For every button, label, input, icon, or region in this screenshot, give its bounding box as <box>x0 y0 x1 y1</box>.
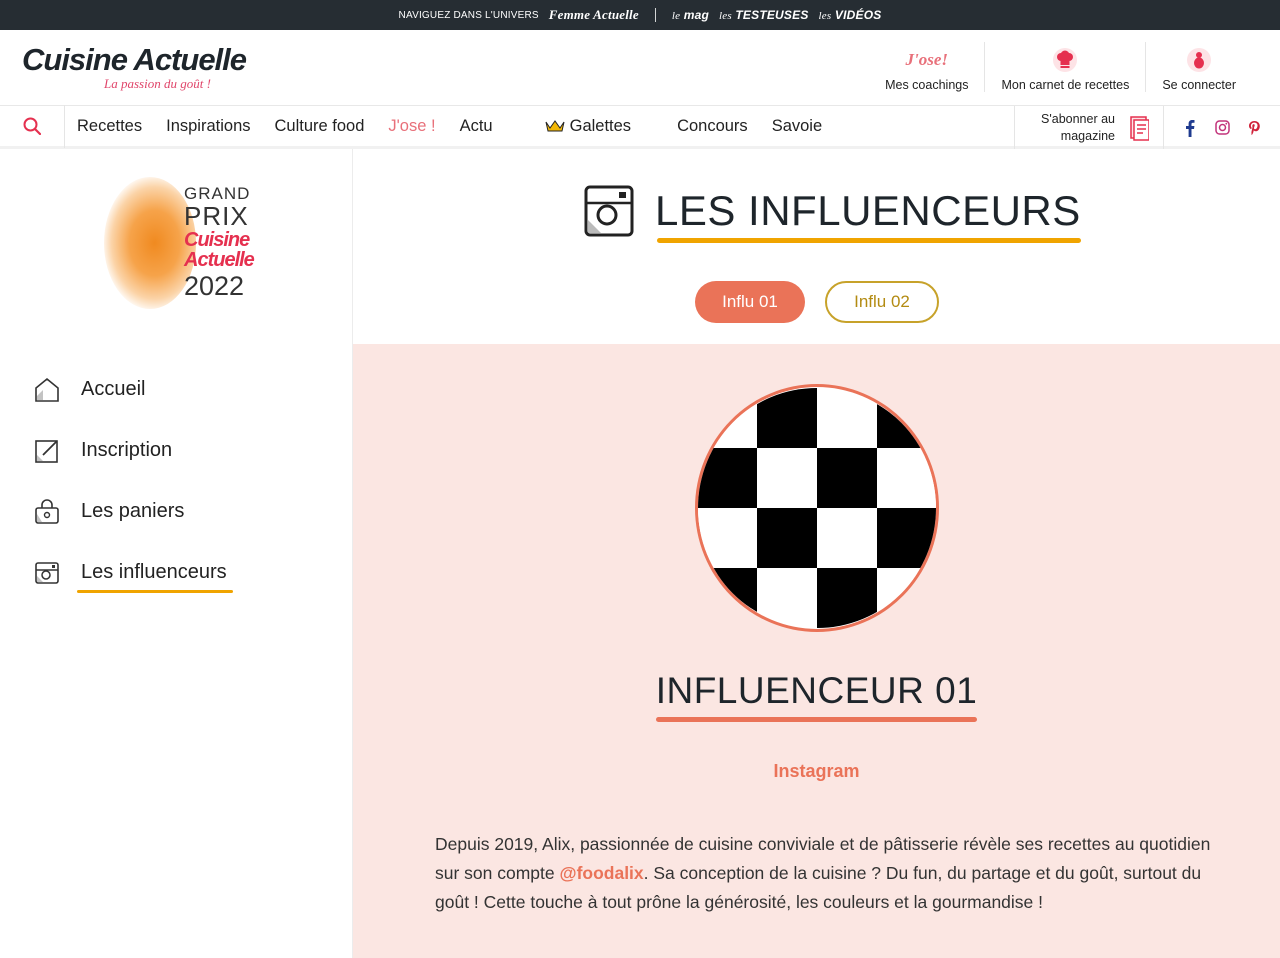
nav-item-inspirations[interactable]: Inspirations <box>154 117 262 136</box>
nav-item-culture-food[interactable]: Culture food <box>263 117 377 136</box>
influencer-description: Depuis 2019, Alix, passionnée de cuisine… <box>435 830 1225 917</box>
recipe-book-link[interactable]: Mon carnet de recettes <box>984 42 1145 92</box>
grand-prix-logo[interactable]: GRAND PRIX Cuisine Actuelle 2022 <box>104 173 264 313</box>
subscribe-link[interactable]: S'abonner au magazine <box>1014 106 1164 149</box>
crown-icon <box>545 120 565 132</box>
universe-label: NAVIGUEZ DANS L'UNIVERS <box>398 9 539 21</box>
search-button[interactable] <box>0 104 65 148</box>
chef-hat-icon <box>1052 47 1078 73</box>
basket-icon <box>32 497 62 527</box>
influencer-name: INFLUENCEUR 01 <box>353 670 1280 722</box>
logo-tagline: La passion du goût ! <box>104 76 211 91</box>
recipe-book-label: Mon carnet de recettes <box>1001 78 1130 92</box>
main-nav: Recettes Inspirations Culture food J'ose… <box>0 104 1280 149</box>
universe-bar: NAVIGUEZ DANS L'UNIVERS Femme Actuelle l… <box>0 0 1280 30</box>
femme-actuelle-link[interactable]: Femme Actuelle <box>549 7 639 23</box>
nav-item-recettes[interactable]: Recettes <box>65 117 154 136</box>
magazine-icon <box>1130 115 1149 141</box>
coachings-link[interactable]: J'ose! Mes coachings <box>869 42 984 92</box>
page-heading: LES INFLUENCEURS <box>583 183 1081 243</box>
sidebar: GRAND PRIX Cuisine Actuelle 2022 Accueil… <box>0 149 353 958</box>
influencer-panel: INFLUENCEUR 01 Instagram Depuis 2019, Al… <box>353 344 1280 958</box>
jose-logo-icon: J'ose! <box>905 50 949 69</box>
user-icon <box>1186 47 1212 73</box>
sidebar-label-inscription: Inscription <box>81 439 173 461</box>
les-testeuses-link[interactable]: les TESTEUSES <box>719 8 809 22</box>
home-icon <box>32 375 62 405</box>
nav-items: Recettes Inspirations Culture food J'ose… <box>65 105 834 148</box>
grand-prix-text: GRAND PRIX Cuisine Actuelle 2022 <box>184 184 255 301</box>
avatar-image-placeholder <box>698 388 936 628</box>
page-title: LES INFLUENCEURS <box>655 187 1081 243</box>
universe-divider <box>654 8 656 22</box>
nav-item-jose[interactable]: J'ose ! <box>376 117 447 136</box>
instagram-handle-link[interactable]: @foodalix <box>560 863 644 883</box>
sidebar-item-paniers[interactable]: Les paniers <box>32 481 227 542</box>
main-header: LES INFLUENCEURS Influ 01 Influ 02 <box>353 149 1280 344</box>
sidebar-item-influenceurs[interactable]: Les influenceurs <box>32 542 233 603</box>
sidebar-label-paniers: Les paniers <box>81 500 185 522</box>
pinterest-icon[interactable] <box>1246 120 1262 136</box>
site-header: Cuisine Actuelle La passion du goût ! J'… <box>0 30 1280 106</box>
instagram-icon[interactable] <box>1214 120 1230 135</box>
header-actions: J'ose! Mes coachings Mon carnet de recet… <box>869 42 1252 92</box>
sidebar-item-inscription[interactable]: Inscription <box>32 420 227 481</box>
influencer-tabs: Influ 01 Influ 02 <box>695 281 939 323</box>
instagram-link[interactable]: Instagram <box>353 761 1280 782</box>
camera-icon <box>32 558 62 588</box>
powder-splash-graphic <box>104 177 196 309</box>
nav-item-galettes-label: Galettes <box>569 116 632 135</box>
coachings-label: Mes coachings <box>885 78 969 92</box>
camera-icon <box>584 185 634 237</box>
sidebar-label-accueil: Accueil <box>81 378 146 400</box>
tab-influ-02[interactable]: Influ 02 <box>825 281 939 323</box>
influencer-name-text: INFLUENCEUR 01 <box>655 670 978 722</box>
le-mag-link[interactable]: le mag <box>672 8 709 22</box>
search-icon <box>23 117 41 135</box>
login-label: Se connecter <box>1162 78 1236 92</box>
sidebar-label-influenceurs: Les influenceurs <box>77 561 233 593</box>
nav-item-savoie[interactable]: Savoie <box>760 117 834 136</box>
logo-title: Cuisine Actuelle <box>22 42 247 77</box>
nav-right: S'abonner au magazine <box>1014 106 1280 149</box>
social-links <box>1164 119 1280 137</box>
influencer-avatar <box>695 384 939 632</box>
sidebar-item-accueil[interactable]: Accueil <box>32 359 227 420</box>
login-link[interactable]: Se connecter <box>1145 42 1252 92</box>
les-videos-link[interactable]: les VIDÉOS <box>819 8 882 22</box>
facebook-icon[interactable] <box>1182 119 1198 137</box>
subscribe-label: S'abonner au magazine <box>1041 111 1115 143</box>
sidebar-menu: Accueil Inscription Les paniers Les infl… <box>32 359 233 603</box>
edit-icon <box>32 436 62 466</box>
nav-item-concours[interactable]: Concours <box>665 117 760 136</box>
site-logo[interactable]: Cuisine Actuelle La passion du goût ! <box>22 42 247 91</box>
main-content: LES INFLUENCEURS Influ 01 Influ 02 INFLU… <box>353 149 1280 958</box>
tab-influ-01[interactable]: Influ 01 <box>695 281 805 323</box>
nav-item-galettes[interactable]: Galettes <box>533 117 643 136</box>
nav-item-actu[interactable]: Actu <box>448 117 505 136</box>
